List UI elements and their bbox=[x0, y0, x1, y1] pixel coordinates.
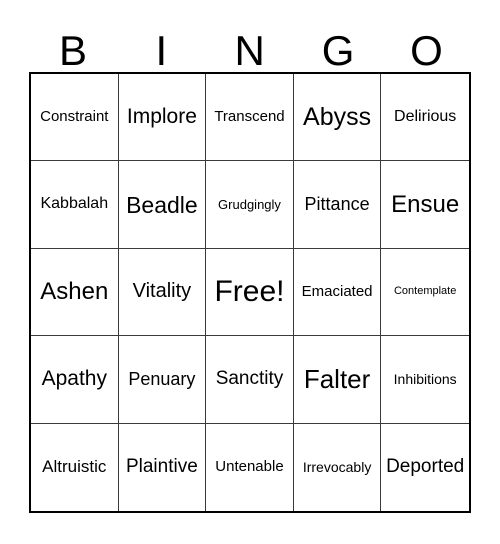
bingo-cell[interactable]: Constraint bbox=[31, 74, 119, 162]
header-letter-text: B bbox=[58, 27, 88, 74]
bingo-cell[interactable]: Kabbalah bbox=[31, 161, 119, 249]
bingo-row: Kabbalah Beadle Grudgingly Pittance Ensu… bbox=[31, 161, 469, 249]
bingo-cell[interactable]: Untenable bbox=[206, 423, 294, 511]
bingo-cell-label: Penuary bbox=[128, 368, 196, 389]
bingo-cell-label: Contemplate bbox=[393, 285, 457, 298]
bingo-cell-label: Ensue bbox=[391, 190, 460, 218]
bingo-cell-label: Ashen bbox=[40, 278, 109, 306]
header-letter-text: I bbox=[155, 27, 168, 74]
bingo-cell[interactable]: Vitality bbox=[118, 248, 207, 337]
bingo-cell[interactable]: Pittance bbox=[293, 161, 382, 249]
bingo-cell-label: Apathy bbox=[41, 367, 107, 391]
bingo-cell[interactable]: Plaintive bbox=[118, 423, 207, 511]
bingo-cell[interactable]: Penuary bbox=[118, 336, 207, 424]
bingo-cell[interactable]: Sanctity bbox=[206, 336, 294, 424]
bingo-cell-label: Emaciated bbox=[301, 283, 373, 301]
bingo-cell-label: Abyss bbox=[303, 103, 372, 132]
bingo-row: Ashen Vitality Free! Emaciated Contempla… bbox=[31, 248, 469, 337]
bingo-cell[interactable]: Irrevocably bbox=[293, 423, 382, 511]
bingo-header-letter-g: G bbox=[294, 16, 382, 72]
bingo-cell[interactable]: Ensue bbox=[381, 161, 469, 249]
bingo-cell-label: Beadle bbox=[126, 191, 198, 218]
bingo-cell[interactable]: Altruistic bbox=[31, 423, 119, 511]
bingo-cell-label: Untenable bbox=[215, 458, 284, 476]
bingo-cell-label: Grudgingly bbox=[218, 196, 281, 212]
bingo-cell-label: Deported bbox=[386, 456, 465, 478]
bingo-header-letter-i: I bbox=[117, 16, 205, 72]
bingo-cell-label: Vitality bbox=[132, 280, 192, 303]
bingo-cell-label: Pittance bbox=[304, 194, 370, 215]
bingo-cell[interactable]: Deported bbox=[381, 423, 469, 511]
bingo-cell[interactable]: Grudgingly bbox=[206, 161, 294, 249]
bingo-cell[interactable]: Inhibitions bbox=[381, 336, 469, 424]
header-letter-text: N bbox=[234, 27, 266, 74]
bingo-header-row: B I N G O bbox=[29, 16, 471, 72]
bingo-cell[interactable]: Contemplate bbox=[381, 248, 469, 337]
bingo-cell-label: Kabbalah bbox=[40, 195, 109, 213]
bingo-cell-label: Transcend bbox=[214, 108, 285, 126]
bingo-cell-label: Delirious bbox=[394, 107, 457, 125]
bingo-cell-label: Inhibitions bbox=[393, 371, 457, 388]
bingo-cell-label: Altruistic bbox=[42, 457, 107, 477]
bingo-cell[interactable]: Ashen bbox=[31, 248, 119, 337]
bingo-cell[interactable]: Beadle bbox=[118, 161, 207, 249]
bingo-cell[interactable]: Emaciated bbox=[293, 248, 382, 337]
bingo-cell[interactable]: Falter bbox=[293, 336, 382, 424]
bingo-row: Constraint Implore Transcend Abyss Delir… bbox=[31, 74, 469, 162]
bingo-cell-label: Constraint bbox=[40, 108, 109, 126]
bingo-row: Altruistic Plaintive Untenable Irrevocab… bbox=[31, 423, 469, 511]
bingo-cell[interactable]: Apathy bbox=[31, 336, 119, 424]
header-letter-text: G bbox=[321, 27, 355, 74]
bingo-card: B I N G O Constraint Implore Transcend A… bbox=[29, 16, 471, 513]
bingo-cell-label: Sanctity bbox=[215, 368, 284, 390]
bingo-cell-free[interactable]: Free! bbox=[206, 248, 294, 337]
bingo-cell[interactable]: Implore bbox=[118, 74, 207, 162]
bingo-grid: Constraint Implore Transcend Abyss Delir… bbox=[29, 72, 471, 513]
bingo-cell-label: Falter bbox=[303, 363, 371, 394]
bingo-header-letter-n: N bbox=[206, 16, 294, 72]
bingo-row: Apathy Penuary Sanctity Falter Inhibitio… bbox=[31, 336, 469, 424]
bingo-cell-label: Implore bbox=[126, 105, 197, 129]
bingo-cell[interactable]: Delirious bbox=[381, 74, 469, 162]
bingo-cell-label: Plaintive bbox=[125, 456, 198, 478]
bingo-header-letter-b: B bbox=[29, 16, 117, 72]
bingo-cell[interactable]: Transcend bbox=[206, 74, 294, 162]
bingo-cell-label: Free! bbox=[214, 275, 285, 309]
header-letter-text: O bbox=[410, 27, 444, 74]
bingo-header-letter-o: O bbox=[383, 16, 471, 72]
bingo-cell[interactable]: Abyss bbox=[293, 74, 382, 162]
bingo-cell-label: Irrevocably bbox=[302, 458, 372, 475]
